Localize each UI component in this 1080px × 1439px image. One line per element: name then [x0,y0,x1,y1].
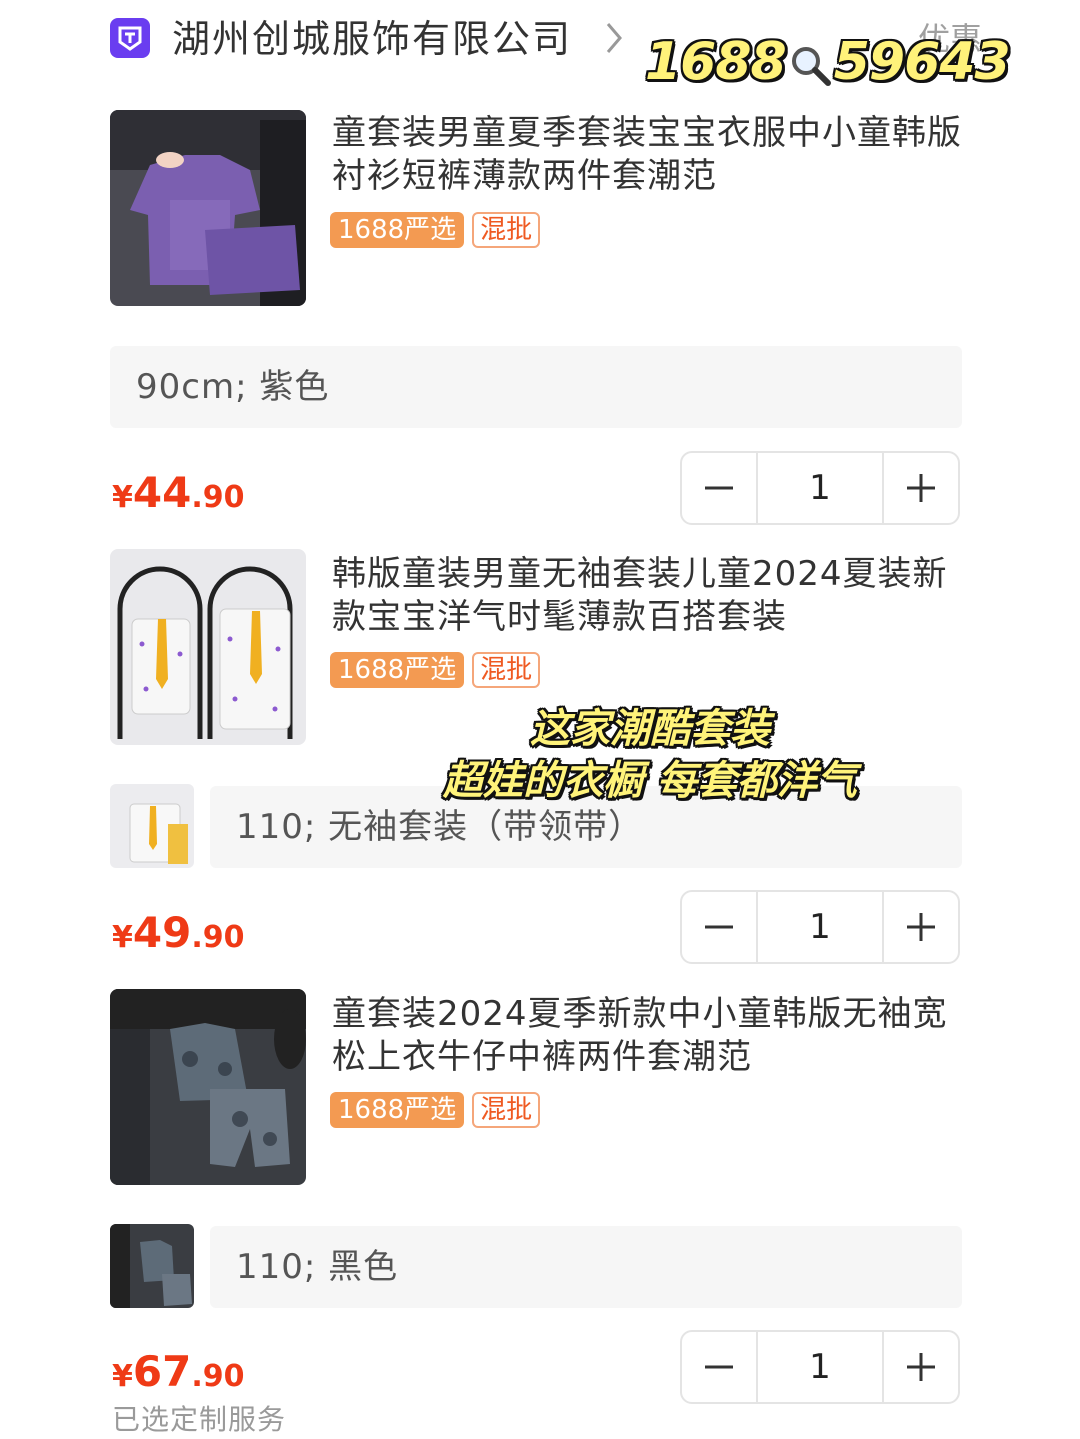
product-image[interactable] [110,110,306,306]
quantity-value[interactable]: 1 [756,892,884,962]
increase-button[interactable] [884,1332,958,1402]
tag-mixed-wholesale: 混批 [472,652,541,688]
spec-text: 110; 黑色 [236,1247,399,1287]
product-title[interactable]: 韩版童装男童无袖套装儿童2024夏装新款宝宝洋气时髦薄款百搭套装 [332,553,972,639]
spec-selector[interactable]: 90cm; 紫色 [110,346,962,428]
decrease-button[interactable] [682,892,756,962]
product-image[interactable] [110,549,306,745]
plus-icon [907,474,935,502]
chevron-right-icon[interactable] [596,18,636,58]
tag-1688-select: 1688严选 [330,1092,465,1128]
quantity-stepper: 1 [680,451,960,525]
product-price: ¥44.90 [112,468,245,517]
shop-name[interactable]: 湖州创城服饰有限公司 [172,14,572,64]
plus-icon [907,913,935,941]
increase-button[interactable] [884,453,958,523]
denim-set-icon [110,989,306,1185]
tag-mixed-wholesale: 混批 [472,212,541,248]
minus-icon [705,925,733,929]
purple-shirt-set-icon [110,110,306,306]
overlay-caption-line1: 这家潮酷套装 [530,706,770,752]
decrease-button[interactable] [682,453,756,523]
shop-logo-icon [110,18,150,58]
tag-mixed-wholesale: 混批 [472,1092,541,1128]
custom-service-note[interactable]: 已选定制服务 [112,1402,286,1438]
quantity-stepper: 1 [680,1330,960,1404]
product-price: ¥67.90 [112,1347,245,1396]
quantity-value[interactable]: 1 [756,453,884,523]
quantity-value[interactable]: 1 [756,1332,884,1402]
sku-image-icon [110,1224,194,1308]
minus-icon [705,486,733,490]
sticker-id-right: 59643 [833,32,1011,92]
quantity-stepper: 1 [680,890,960,964]
spec-selector[interactable]: 110; 黑色 [210,1226,962,1308]
sticker-id-left: 1688 [645,32,787,92]
product-tags: 1688严选 混批 [330,1092,541,1128]
decrease-button[interactable] [682,1332,756,1402]
increase-button[interactable] [884,892,958,962]
product-title[interactable]: 童套装男童夏季套装宝宝衣服中小童韩版衬衫短裤薄款两件套潮范 [332,112,972,198]
product-image[interactable] [110,989,306,1185]
sku-image-icon [110,784,194,868]
overlay-caption-line2: 超娃的衣橱 每套都洋气 [443,758,857,804]
product-title[interactable]: 童套装2024夏季新款中小童韩版无袖宽松上衣牛仔中裤两件套潮范 [332,993,972,1079]
plus-icon [907,1353,935,1381]
product-tags: 1688严选 混批 [330,652,541,688]
white-vest-tie-set-icon [110,549,306,745]
tag-1688-select: 1688严选 [330,212,465,248]
product-tags: 1688严选 混批 [330,212,541,248]
magnifier-icon [791,47,831,86]
spec-text: 90cm; 紫色 [136,367,330,407]
product-price: ¥49.90 [112,908,245,957]
sku-thumbnail[interactable] [110,1224,194,1308]
minus-icon [705,1365,733,1369]
tag-1688-select: 1688严选 [330,652,465,688]
sku-thumbnail[interactable] [110,784,194,868]
shop-id-sticker: 1688 59643 [645,30,1011,94]
